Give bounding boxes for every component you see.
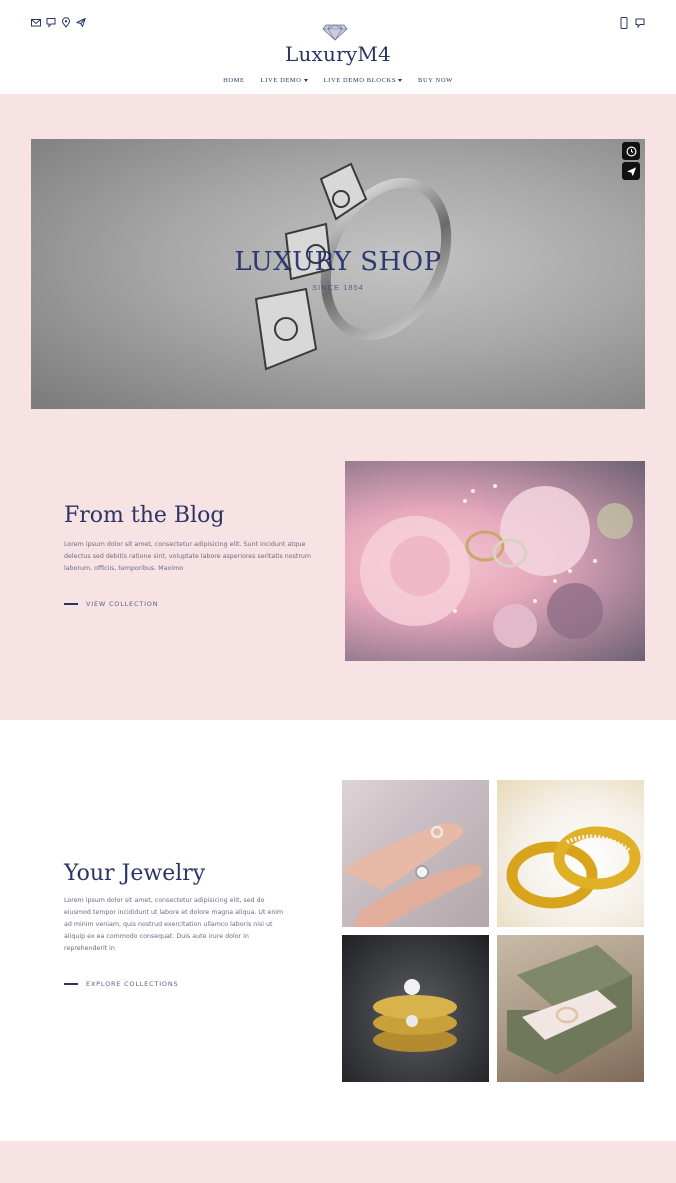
location-pin-icon[interactable] [61, 17, 71, 28]
send-icon [626, 166, 636, 176]
footer-band [0, 1141, 676, 1183]
bouquet-illustration [360, 484, 633, 648]
link-line [64, 603, 78, 605]
nav-buy-now-label: BUY NOW [418, 77, 453, 84]
view-collection-link[interactable]: VIEW COLLECTION [64, 600, 158, 608]
hands-illustration [342, 823, 483, 927]
gold-bands-illustration [506, 826, 641, 909]
clock-icon [626, 146, 636, 156]
wedding-rings-bouquet-photo [345, 461, 645, 661]
ring-box-illustration [507, 945, 632, 1075]
diamond-logo-icon [322, 24, 348, 41]
chevron-down-icon [398, 79, 403, 83]
site-logo[interactable]: LuxuryM4 [0, 42, 676, 66]
blog-text: Lorem ipsum dolor sit amet, consectetur … [64, 541, 312, 572]
chat-icon[interactable] [46, 17, 56, 28]
stacked-rings-illustration [373, 979, 457, 1052]
nav-home[interactable]: HOME [223, 77, 245, 84]
nav-home-label: HOME [223, 77, 245, 84]
hero-title: LUXURY SHOP [234, 247, 442, 277]
main-nav: HOME LIVE DEMO LIVE DEMO BLOCKS BUY NOW [0, 77, 676, 84]
nav-live-demo[interactable]: LIVE DEMO [261, 77, 308, 84]
phone-icon[interactable] [619, 17, 629, 29]
send-icon[interactable] [76, 17, 86, 28]
header-right-icons [619, 17, 645, 29]
jewelry-title: Your Jewelry [64, 861, 206, 886]
chevron-down-icon [303, 79, 308, 83]
link-line [64, 983, 78, 985]
nav-buy-now[interactable]: BUY NOW [418, 77, 453, 84]
hero-banner: LUXURY SHOP SINCE 1854 [31, 139, 645, 409]
hero-subtitle: SINCE 1854 [312, 283, 364, 292]
jewelry-photo-gold-bands[interactable] [497, 780, 644, 927]
hero-clock-button[interactable] [622, 142, 640, 160]
social-icons [31, 17, 86, 28]
jewelry-photo-stacked-rings[interactable] [342, 935, 489, 1082]
site-header: LuxuryM4 HOME LIVE DEMO LIVE DEMO BLOCKS… [0, 0, 676, 94]
mail-icon[interactable] [31, 17, 41, 28]
explore-collections-label: EXPLORE COLLECTIONS [86, 980, 179, 988]
jewelry-text: Lorem ipsum dolor sit amet, consectetur … [64, 897, 284, 952]
view-collection-label: VIEW COLLECTION [86, 600, 159, 608]
jewelry-photo-ring-box[interactable] [497, 935, 644, 1082]
hero-send-button[interactable] [622, 162, 640, 180]
nav-live-demo-blocks[interactable]: LIVE DEMO BLOCKS [323, 77, 403, 84]
chat-icon[interactable] [635, 17, 645, 29]
nav-live-demo-label: LIVE DEMO [260, 77, 302, 84]
blog-title: From the Blog [64, 503, 225, 528]
nav-live-demo-blocks-label: LIVE DEMO BLOCKS [323, 77, 397, 84]
explore-collections-link[interactable]: EXPLORE COLLECTIONS [64, 980, 178, 988]
jewelry-photo-hands[interactable] [342, 780, 489, 927]
